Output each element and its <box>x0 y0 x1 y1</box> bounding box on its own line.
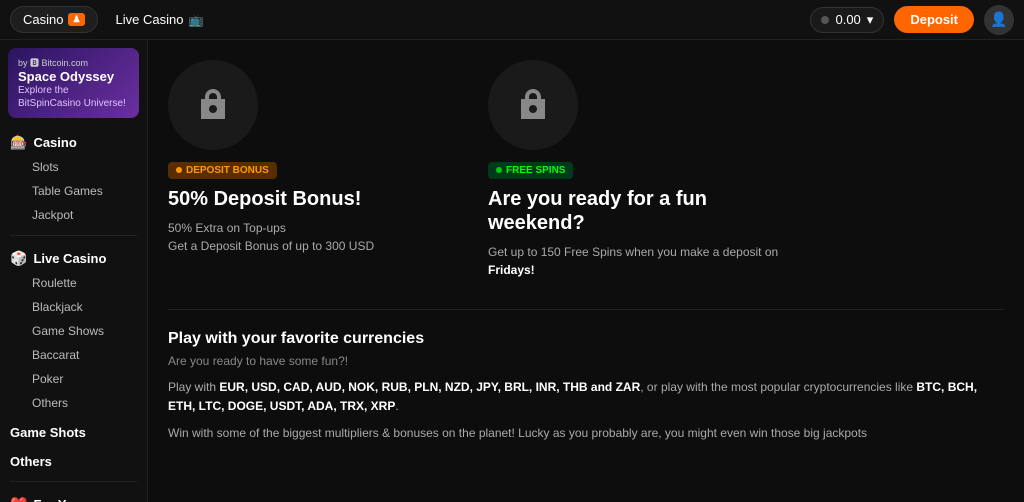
balance-dropdown-icon: ▾ <box>867 12 874 28</box>
sidebar-item-others[interactable]: Others <box>10 391 137 415</box>
sidebar-item-slots[interactable]: Slots <box>10 155 137 179</box>
deposit-bonus-badge: DEPOSIT BONUS <box>168 162 277 179</box>
others-header: Others <box>10 454 137 469</box>
deposit-bonus-title: 50% Deposit Bonus! <box>168 187 468 211</box>
user-avatar[interactable]: 👤 <box>984 5 1014 35</box>
casino-section-icon: 🎰 <box>10 134 27 151</box>
currencies-subtitle: Are you ready to have some fun?! <box>168 354 1004 368</box>
divider-2 <box>10 481 137 482</box>
freespins-badge-dot <box>496 167 502 173</box>
free-spins-title: Are you ready for a fun weekend? <box>488 187 788 235</box>
casino-section-label: Casino <box>33 135 76 150</box>
sidebar-item-baccarat[interactable]: Baccarat <box>10 343 137 367</box>
promo-title: Space Odyssey <box>18 69 129 84</box>
deposit-badge-dot <box>176 167 182 173</box>
sidebar-item-jackpot[interactable]: Jackpot <box>10 203 137 227</box>
promo-sub: Explore the BitSpinCasino Universe! <box>18 84 129 110</box>
free-spins-desc: Get up to 150 Free Spins when you make a… <box>488 243 788 279</box>
live-casino-section-icon: 🎲 <box>10 250 27 267</box>
live-casino-section-label: Live Casino <box>33 251 106 266</box>
sidebar-item-table-games[interactable]: Table Games <box>10 179 137 203</box>
nav-right: 0.00 ▾ Deposit 👤 <box>810 5 1014 35</box>
for-you-icon: ❤️ <box>10 496 27 502</box>
free-spins-card: FREE SPINS Are you ready for a fun weeke… <box>488 60 788 279</box>
casino-section: 🎰 Casino Slots Table Games Jackpot <box>0 126 147 229</box>
bonus-cards: DEPOSIT BONUS 50% Deposit Bonus! 50% Ext… <box>168 60 1004 279</box>
sidebar-item-poker[interactable]: Poker <box>10 367 137 391</box>
game-shots-label: Game Shots <box>10 425 86 440</box>
top-nav: Casino ♟ Live Casino 📺 0.00 ▾ Deposit 👤 <box>0 0 1024 40</box>
for-you-label: For You <box>33 497 81 502</box>
deposit-button[interactable]: Deposit <box>894 6 974 33</box>
balance-amount: 0.00 <box>835 12 860 27</box>
free-spins-icon-circle <box>488 60 578 150</box>
sidebar: by 🅱 Bitcoin.com Space Odyssey Explore t… <box>0 40 148 502</box>
sidebar-item-blackjack[interactable]: Blackjack <box>10 295 137 319</box>
promo-banner[interactable]: by 🅱 Bitcoin.com Space Odyssey Explore t… <box>8 48 139 118</box>
game-shots-header: Game Shots <box>10 425 137 440</box>
live-casino-section-header: 🎲 Live Casino <box>10 250 137 267</box>
casino-tab[interactable]: Casino ♟ <box>10 6 98 33</box>
live-casino-section: 🎲 Live Casino Roulette Blackjack Game Sh… <box>0 242 147 417</box>
others-label: Others <box>10 454 52 469</box>
divider-1 <box>10 235 137 236</box>
casino-section-header: 🎰 Casino <box>10 134 137 151</box>
for-you-section: ❤️ For You Promotions VIP <box>0 488 147 502</box>
nav-tabs: Casino ♟ Live Casino 📺 <box>10 6 215 33</box>
casino-tab-badge: ♟ <box>68 13 84 26</box>
freespins-badge-label: FREE SPINS <box>506 165 565 176</box>
balance-pill[interactable]: 0.00 ▾ <box>810 7 884 33</box>
currencies-title: Play with your favorite currencies <box>168 330 1004 348</box>
free-spins-badge: FREE SPINS <box>488 162 573 179</box>
casino-tab-label: Casino <box>23 12 63 27</box>
currencies-desc: Play with EUR, USD, CAD, AUD, NOK, RUB, … <box>168 378 1004 416</box>
sidebar-item-roulette[interactable]: Roulette <box>10 271 137 295</box>
deposit-bonus-desc: 50% Extra on Top-ups Get a Deposit Bonus… <box>168 219 468 255</box>
live-casino-tab-label: Live Casino <box>116 12 184 27</box>
for-you-section-header: ❤️ For You <box>10 496 137 502</box>
game-shots-section: Game Shots <box>0 417 147 446</box>
main-layout: by 🅱 Bitcoin.com Space Odyssey Explore t… <box>0 40 1024 502</box>
currencies-desc2: Win with some of the biggest multipliers… <box>168 424 1004 443</box>
live-casino-tab[interactable]: Live Casino 📺 <box>104 6 216 33</box>
live-casino-tab-icon: 📺 <box>188 13 203 27</box>
promo-by: by 🅱 Bitcoin.com <box>18 56 129 69</box>
currencies-section: Play with your favorite currencies Are y… <box>168 309 1004 444</box>
sidebar-item-game-shows[interactable]: Game Shows <box>10 319 137 343</box>
deposit-badge-label: DEPOSIT BONUS <box>186 165 269 176</box>
others-section: Others <box>0 446 147 475</box>
deposit-bonus-card: DEPOSIT BONUS 50% Deposit Bonus! 50% Ext… <box>168 60 468 279</box>
deposit-bonus-icon-circle <box>168 60 258 150</box>
balance-dot <box>821 16 829 24</box>
main-content: DEPOSIT BONUS 50% Deposit Bonus! 50% Ext… <box>148 40 1024 502</box>
